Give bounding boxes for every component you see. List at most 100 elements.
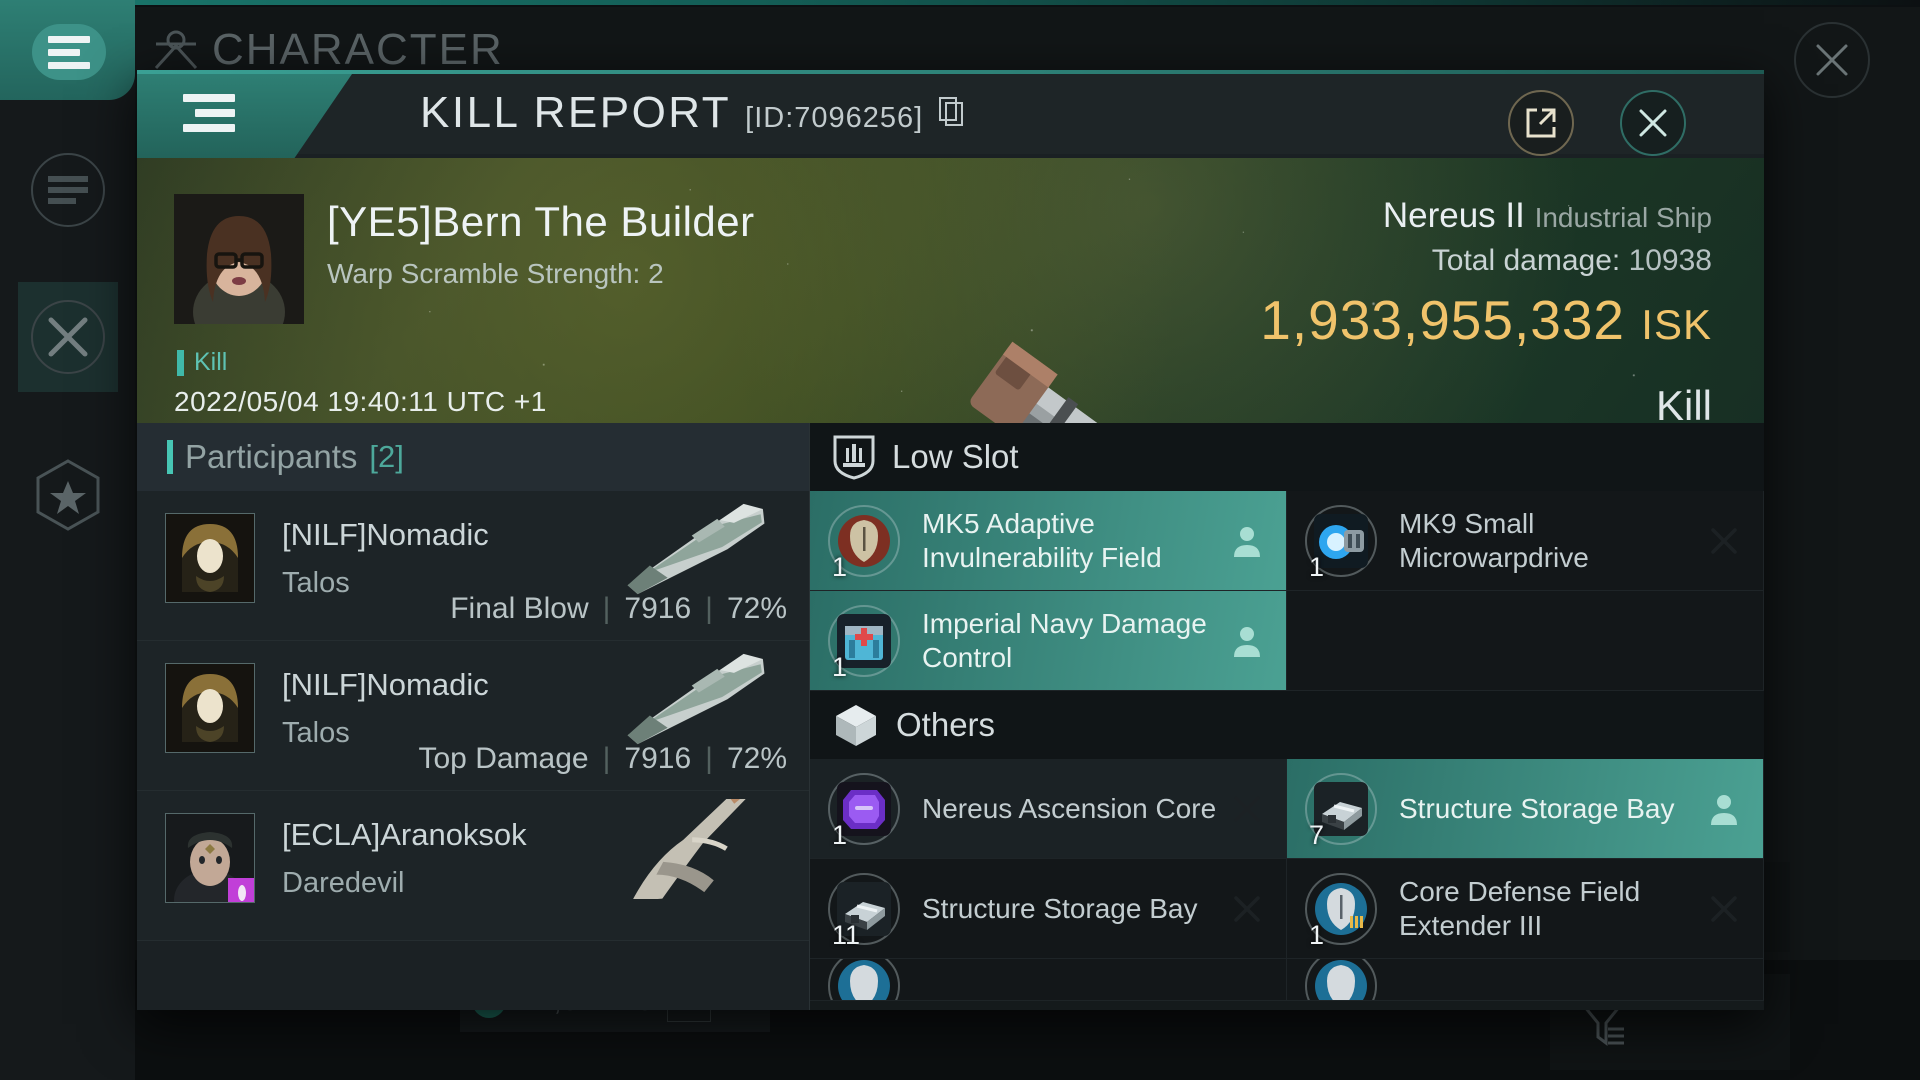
participant-ship: Talos xyxy=(282,567,350,599)
participant-damage: 7916 xyxy=(624,742,692,775)
dialog-titlebar: KILL REPORT [ID:7096256] xyxy=(137,74,1764,162)
isk-amount: 1,933,955,332 xyxy=(1260,289,1626,351)
victim-avatar xyxy=(174,194,304,324)
page-title-text: CHARACTER xyxy=(212,25,504,74)
fitting-item[interactable]: 11 Structure Storage Bay xyxy=(810,859,1287,959)
item-quantity: 7 xyxy=(1309,819,1325,850)
item-name: Structure Storage Bay xyxy=(922,892,1198,924)
participant-ship-render xyxy=(627,653,765,745)
item-name: Structure Storage Bay xyxy=(1399,792,1675,824)
stat-separator: | xyxy=(705,742,713,775)
kill-timestamp: 2022/05/04 19:40:11 UTC +1 xyxy=(174,386,547,417)
participant-name: [ECLA]Aranoksok xyxy=(282,817,527,852)
item-name: Imperial Navy Damage Control xyxy=(922,608,1207,673)
hamburger-menu-icon[interactable] xyxy=(183,94,235,132)
character-icon xyxy=(154,30,198,70)
fitting-item[interactable]: 7 Structure Storage Bay xyxy=(1287,759,1764,859)
victim-summary: Nereus II Industrial Ship Total damage: … xyxy=(1260,196,1712,423)
participant-avatar xyxy=(165,663,255,753)
damage-control-icon: 1 xyxy=(828,604,900,682)
invulnerability-field-icon: 1 xyxy=(828,504,900,582)
sidebar-item-rank[interactable] xyxy=(28,455,108,535)
participants-panel: Participants [2] [NILF]Nomadic Talos Fin… xyxy=(137,423,810,1010)
participants-count: [2] xyxy=(369,439,404,474)
item-quantity: 1 xyxy=(1309,919,1325,950)
person-icon[interactable] xyxy=(1232,625,1262,657)
section-header-others: Others xyxy=(810,691,1764,759)
participant-ship-render xyxy=(627,503,765,595)
others-grid: 1 Nereus Ascension Core 7 Structure Stor… xyxy=(810,759,1764,1001)
top-strip-accent xyxy=(0,0,1920,5)
item-name: MK9 Small Microwarpdrive xyxy=(1399,508,1589,573)
share-external-icon[interactable] xyxy=(1508,90,1574,156)
storage-bay-icon: 7 xyxy=(1305,772,1377,850)
core-defense-field-icon xyxy=(1305,959,1377,1000)
victim-subtitle: Warp Scramble Strength: 2 xyxy=(327,258,664,289)
fitting-item[interactable]: 1 MK5 Adaptive Invulnerability Field xyxy=(810,491,1287,591)
copy-icon[interactable] xyxy=(939,97,965,127)
close-icon[interactable] xyxy=(1232,894,1262,924)
participant-row[interactable]: [NILF]Nomadic Talos Top Damage | 7916 | … xyxy=(137,641,809,791)
fitting-item[interactable]: 1 Core Defense Field Extender III xyxy=(1287,859,1764,959)
participant-ship-render xyxy=(631,799,751,899)
dialog-body: Participants [2] [NILF]Nomadic Talos Fin… xyxy=(137,423,1764,1010)
close-icon[interactable] xyxy=(1709,894,1739,924)
fitting-panel: Low Slot 1 MK5 Adaptive Invulnerability … xyxy=(810,423,1764,1010)
fitting-item[interactable]: 1 Imperial Navy Damage Control xyxy=(810,591,1287,691)
isk-value-line: 1,933,955,332 ISK xyxy=(1260,288,1712,352)
item-quantity: 1 xyxy=(1309,551,1325,582)
close-icon[interactable] xyxy=(1794,22,1870,98)
cube-box-icon xyxy=(836,705,876,746)
item-name: Nereus Ascension Core xyxy=(922,792,1217,824)
microwarpdrive-icon: 1 xyxy=(1305,504,1377,582)
participants-title: Participants xyxy=(185,438,358,475)
section-title: Low Slot xyxy=(892,438,1019,475)
total-damage-value: 10938 xyxy=(1628,244,1712,277)
sidebar-item-list[interactable] xyxy=(28,150,108,230)
status-badge xyxy=(228,878,254,902)
participants-header: Participants [2] xyxy=(137,423,809,491)
victim-ship-name: Nereus II xyxy=(1382,196,1525,235)
core-defense-field-icon: 1 xyxy=(1305,872,1377,950)
person-icon[interactable] xyxy=(1709,793,1739,825)
item-quantity: 1 xyxy=(832,651,848,682)
participant-stats: Final Blow | 7916 | 72% xyxy=(450,592,787,626)
kill-tag-label: Kill xyxy=(194,348,228,376)
participant-row[interactable]: [ECLA]Aranoksok Daredevil xyxy=(137,791,809,941)
person-icon[interactable] xyxy=(1232,525,1262,557)
kill-result: Kill xyxy=(1655,382,1712,423)
close-icon[interactable] xyxy=(1232,794,1262,824)
kill-tag-bar xyxy=(177,349,184,376)
sidebar-item-combat[interactable] xyxy=(18,282,118,392)
star-badge-icon xyxy=(36,459,100,531)
section-accent-bar xyxy=(167,440,173,474)
participant-row[interactable]: [NILF]Nomadic Talos Final Blow | 7916 | … xyxy=(137,491,809,641)
core-defense-field-icon xyxy=(828,959,900,1000)
left-nav-rail xyxy=(0,0,135,1080)
crossed-swords-icon xyxy=(31,300,105,374)
page-title: CHARACTER xyxy=(150,24,504,76)
ascension-core-icon: 1 xyxy=(828,772,900,850)
total-damage-line: Total damage: 10938 xyxy=(1260,244,1712,278)
rail-menu-tab[interactable] xyxy=(0,0,135,100)
participant-name: [NILF]Nomadic xyxy=(282,517,489,552)
low-slot-grid: 1 MK5 Adaptive Invulnerability Field 1 M… xyxy=(810,491,1764,691)
participant-percent: 72% xyxy=(726,742,787,775)
close-icon[interactable] xyxy=(1620,90,1686,156)
dialog-title-group: KILL REPORT [ID:7096256] xyxy=(420,88,965,138)
close-icon[interactable] xyxy=(1709,526,1739,556)
victim-ship-category: Industrial Ship xyxy=(1534,202,1712,233)
participant-percent: 72% xyxy=(726,592,787,625)
participant-role: Final Blow xyxy=(450,592,589,625)
participant-avatar xyxy=(165,813,255,903)
fitting-item[interactable]: 1 MK9 Small Microwarpdrive xyxy=(1287,491,1764,591)
stat-separator: | xyxy=(602,592,611,625)
participant-ship: Talos xyxy=(282,717,350,749)
dialog-menu-tab[interactable] xyxy=(137,74,352,162)
total-damage-label: Total damage: xyxy=(1431,244,1621,277)
fitting-item-partial[interactable] xyxy=(1287,959,1764,1001)
participant-role: Top Damage xyxy=(418,742,589,775)
fitting-item[interactable]: 1 Nereus Ascension Core xyxy=(810,759,1287,859)
hamburger-menu-icon[interactable] xyxy=(32,24,106,80)
fitting-item-partial[interactable] xyxy=(810,959,1287,1001)
